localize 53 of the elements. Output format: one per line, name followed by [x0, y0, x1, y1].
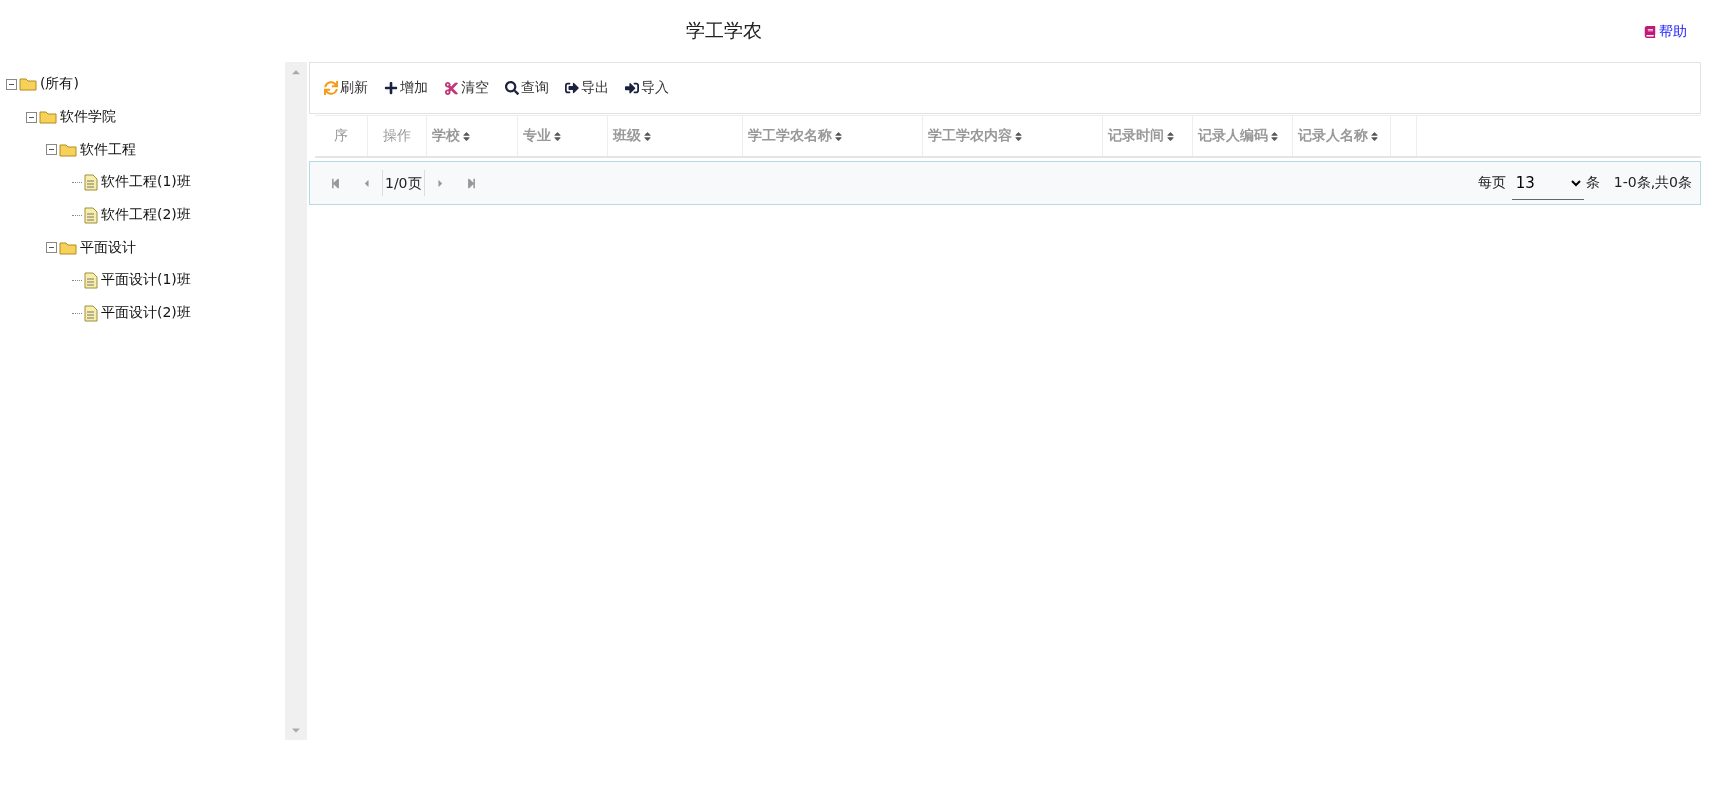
unit-label: 条 [1585, 174, 1600, 192]
scrollbar[interactable] [285, 62, 307, 740]
page-size-select[interactable]: 13 [1511, 166, 1584, 200]
tree-item[interactable]: 软件工程(2)班 [101, 206, 191, 225]
toolbar-button[interactable]: 导入 [625, 79, 669, 97]
per-page-label: 每页 [1477, 174, 1506, 192]
sort-icon [1269, 130, 1280, 142]
document-icon [84, 304, 98, 322]
column-header: 操作 [368, 116, 427, 156]
sort-icon [1369, 130, 1380, 142]
toolbar-button[interactable]: 清空 [444, 79, 489, 97]
tree-item[interactable]: 平面设计 [80, 238, 136, 257]
skip-back-icon [330, 177, 341, 189]
sort-icon [1013, 130, 1024, 142]
page-indicator: 1/0页 [382, 170, 425, 196]
search-icon [505, 81, 519, 95]
collapse-toggle[interactable] [26, 111, 37, 123]
folder-icon [59, 240, 77, 255]
toolbar-button[interactable]: 刷新 [324, 79, 368, 97]
toolbar-button[interactable]: 查询 [505, 79, 549, 97]
collapse-toggle[interactable] [46, 242, 57, 254]
export-icon [565, 81, 579, 95]
sort-icon [552, 130, 563, 142]
collapse-toggle[interactable] [6, 78, 17, 90]
help-link[interactable]: 帮助 [1644, 23, 1687, 41]
refresh-icon [324, 81, 338, 95]
column-header: 序 [315, 116, 368, 156]
sort-icon [1165, 130, 1176, 142]
folder-icon [19, 77, 37, 92]
collapse-toggle[interactable] [46, 144, 57, 156]
folder-icon [39, 110, 57, 125]
import-icon [625, 81, 639, 95]
document-icon [84, 271, 98, 289]
tree-item[interactable]: 软件工程(1)班 [101, 173, 191, 192]
tree-item[interactable]: (所有) [40, 75, 79, 94]
skip-forward-icon [465, 177, 477, 189]
tree-item[interactable]: 软件工程 [80, 140, 136, 159]
folder-icon [59, 142, 77, 157]
sort-icon [642, 130, 653, 142]
plus-icon [384, 81, 398, 95]
document-icon [84, 173, 98, 191]
book-icon [1644, 26, 1656, 38]
tree-item[interactable]: 软件学院 [60, 108, 116, 127]
scissors-icon [444, 80, 459, 96]
toolbar-button[interactable]: 增加 [384, 79, 428, 97]
tree-item[interactable]: 平面设计(1)班 [101, 271, 191, 290]
tree-item[interactable]: 平面设计(2)班 [101, 304, 191, 323]
page-title: 学工学农 [685, 18, 762, 43]
sort-icon [461, 130, 472, 142]
sort-icon [833, 130, 844, 142]
toolbar-button[interactable]: 导出 [565, 79, 609, 97]
record-summary: 1-0条,共0条 [1613, 174, 1692, 192]
document-icon [84, 206, 98, 224]
